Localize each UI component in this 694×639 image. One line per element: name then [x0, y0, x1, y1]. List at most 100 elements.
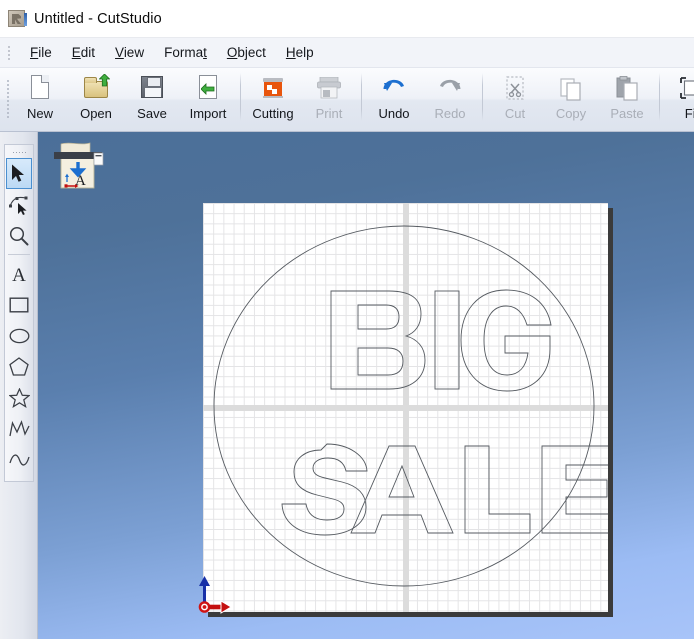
letter-E: [542, 446, 608, 533]
menu-item-file[interactable]: File: [20, 42, 62, 63]
toolbar-separator-4: [659, 73, 660, 121]
open-button[interactable]: Open: [68, 68, 124, 128]
menu-label-format: Forma: [164, 45, 203, 60]
origin-marker: [198, 570, 258, 614]
redo-button[interactable]: Redo: [422, 68, 478, 128]
magnifier-icon: [9, 226, 29, 246]
copy-button-label: Copy: [556, 107, 586, 120]
design-artwork[interactable]: [203, 203, 608, 612]
menu-label-help: elp: [296, 45, 314, 60]
cutstudio-window: Untitled - CutStudio File Edit View Form…: [0, 0, 694, 639]
tool-palette-panel: A: [0, 132, 38, 639]
save-button-label: Save: [137, 107, 167, 120]
tool-node-edit[interactable]: [6, 189, 32, 220]
tool-select-arrow[interactable]: [6, 158, 32, 189]
media-setup-thumbnail[interactable]: A: [52, 140, 114, 196]
curve-icon: [9, 452, 30, 468]
green-up-arrow-icon: [99, 74, 110, 87]
print-button-label: Print: [316, 107, 343, 120]
new-page-icon: [24, 74, 56, 104]
polyline-icon: [9, 420, 30, 438]
fit-button[interactable]: Fit: [664, 68, 694, 128]
print-button[interactable]: Print: [301, 68, 357, 128]
design-canvas-sheet[interactable]: [203, 203, 608, 612]
cut-button[interactable]: Cut: [487, 68, 543, 128]
letter-B-bowl-bottom: [358, 348, 403, 375]
clipboard-paste-icon: [611, 74, 643, 104]
menu-label-edit: dit: [81, 45, 95, 60]
menu-item-format[interactable]: Format: [154, 42, 217, 63]
tool-polyline[interactable]: [6, 413, 32, 444]
scissors-icon: [499, 74, 531, 104]
floppy-disk-icon: [136, 74, 168, 104]
menu-gripper[interactable]: [4, 45, 14, 61]
text-a-icon: A: [10, 264, 28, 284]
node-edit-icon: [9, 195, 29, 215]
printer-icon: [313, 74, 345, 104]
circle-outline: [214, 226, 594, 586]
toolbar-separator-2: [361, 73, 362, 121]
artwork-vectors: [203, 203, 608, 612]
title-bar: Untitled - CutStudio: [0, 0, 694, 38]
undo-button-label: Undo: [378, 107, 409, 120]
tool-star[interactable]: [6, 382, 32, 413]
tool-ellipse[interactable]: [6, 320, 32, 351]
menu-item-object[interactable]: Object: [217, 42, 276, 63]
undo-arrow-icon: [378, 74, 410, 104]
cutting-machine-icon: [257, 74, 289, 104]
menu-label-object: bject: [237, 45, 266, 60]
main-toolbar: New Open Save: [0, 68, 694, 132]
letter-G: [461, 290, 551, 391]
menu-item-help[interactable]: Help: [276, 42, 324, 63]
paste-button[interactable]: Paste: [599, 68, 655, 128]
palette-gripper[interactable]: [13, 149, 26, 156]
letter-S: [282, 444, 367, 535]
tool-text[interactable]: A: [6, 258, 32, 289]
paste-button-label: Paste: [610, 107, 643, 120]
cursor-arrow-icon: [11, 164, 27, 183]
import-arrow-icon: [192, 74, 224, 104]
cutting-machine-media-icon: A: [52, 140, 114, 196]
open-folder-icon: [80, 74, 112, 104]
redo-arrow-icon: [434, 74, 466, 104]
menu-item-edit[interactable]: Edit: [62, 42, 105, 63]
fit-to-selection-icon: [676, 74, 694, 104]
letter-L: [465, 446, 530, 533]
cutting-button-label: Cutting: [252, 107, 293, 120]
cutting-button[interactable]: Cutting: [245, 68, 301, 128]
palette-separator: [8, 254, 30, 255]
tool-rectangle[interactable]: [6, 289, 32, 320]
copy-pages-icon: [555, 74, 587, 104]
design-workspace[interactable]: A: [38, 132, 694, 639]
pentagon-icon: [9, 357, 29, 376]
new-button-label: New: [27, 107, 53, 120]
cutstudio-app-icon: [8, 10, 25, 27]
save-button[interactable]: Save: [124, 68, 180, 128]
svg-text:A: A: [12, 265, 26, 284]
green-left-arrow-icon: [201, 83, 215, 95]
fit-button-label: Fit: [685, 107, 694, 120]
tool-polygon[interactable]: [6, 351, 32, 382]
letter-A-outer: [351, 446, 453, 533]
menu-item-view[interactable]: View: [105, 42, 154, 63]
letter-A-counter: [389, 466, 414, 497]
import-button[interactable]: Import: [180, 68, 236, 128]
tool-palette: A: [4, 144, 34, 482]
open-button-label: Open: [80, 107, 112, 120]
undo-button[interactable]: Undo: [366, 68, 422, 128]
star-icon: [9, 388, 30, 408]
window-title: Untitled - CutStudio: [34, 11, 162, 27]
toolbar-gripper[interactable]: [3, 71, 12, 127]
letter-I: [435, 291, 459, 389]
menu-bar: File Edit View Format Object Help: [0, 38, 694, 68]
menu-label-view: iew: [124, 45, 144, 60]
copy-button[interactable]: Copy: [543, 68, 599, 128]
tool-curve[interactable]: [6, 444, 32, 475]
letter-B-bowl-top: [358, 305, 399, 329]
rectangle-icon: [9, 297, 29, 313]
tool-zoom[interactable]: [6, 220, 32, 251]
toolbar-separator-1: [240, 73, 241, 121]
letter-B-outer: [331, 291, 425, 389]
new-button[interactable]: New: [12, 68, 68, 128]
import-button-label: Import: [190, 107, 227, 120]
